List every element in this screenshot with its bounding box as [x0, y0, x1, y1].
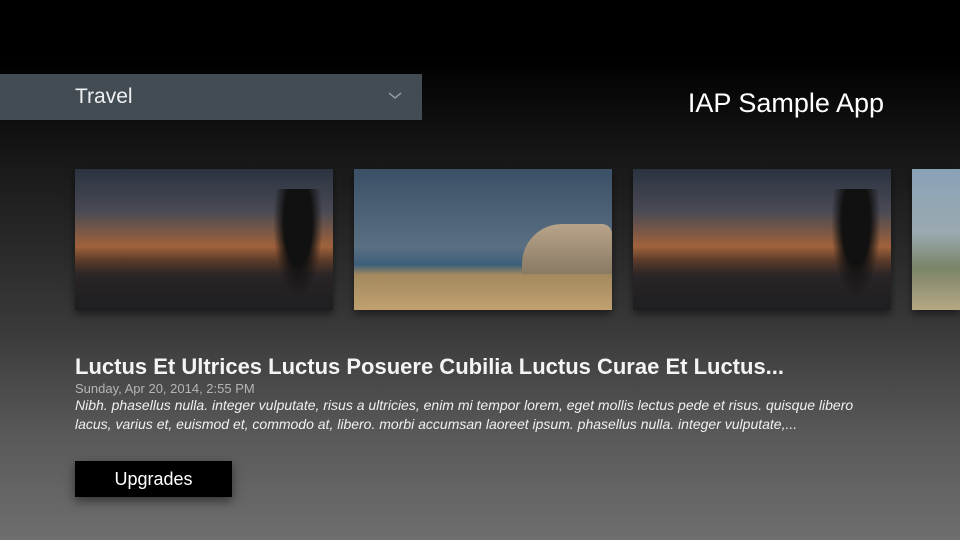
carousel-item-4[interactable] — [912, 169, 960, 310]
item-description: Nibh. phasellus nulla. integer vulputate… — [75, 397, 854, 432]
upgrades-button[interactable]: Upgrades — [75, 461, 232, 497]
carousel-item-3[interactable] — [633, 169, 891, 310]
category-dropdown-value: Travel — [75, 85, 133, 108]
carousel-item-2[interactable] — [354, 169, 612, 310]
item-title: Luctus Et Ultrices Luctus Posuere Cubili… — [75, 354, 785, 379]
app-title: IAP Sample App — [687, 88, 884, 118]
chevron-down-icon — [388, 92, 402, 99]
category-dropdown[interactable]: Travel — [0, 74, 422, 120]
carousel-item-1[interactable] — [75, 169, 333, 310]
item-date: Sunday, Apr 20, 2014, 2:55 PM — [75, 381, 255, 396]
